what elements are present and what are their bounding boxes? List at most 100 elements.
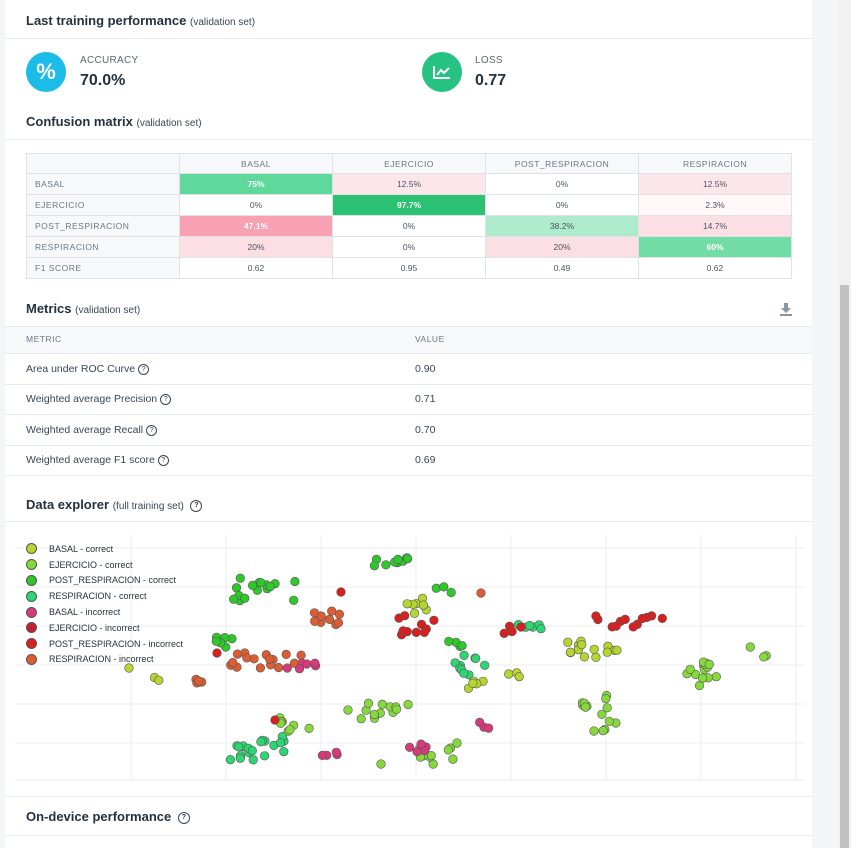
legend-item[interactable]: RESPIRACION - incorrect	[26, 652, 183, 668]
scatter-point[interactable]	[412, 747, 422, 757]
legend-item[interactable]: POST_RESPIRACION - incorrect	[26, 636, 183, 652]
scatter-point[interactable]	[604, 716, 614, 726]
scatter-point[interactable]	[657, 613, 667, 623]
scatter-point[interactable]	[281, 649, 291, 659]
scatter-point[interactable]	[327, 606, 337, 616]
scatter-point[interactable]	[516, 622, 526, 632]
scatter-point[interactable]	[369, 710, 380, 720]
scatter-point[interactable]	[711, 672, 721, 682]
scatter-point[interactable]	[697, 673, 708, 683]
scatter-point[interactable]	[446, 587, 456, 598]
scatter-point[interactable]	[431, 583, 441, 593]
scatter-point[interactable]	[589, 726, 599, 736]
legend-item[interactable]: BASAL - correct	[26, 541, 183, 557]
legend-item[interactable]: BASAL - incorrect	[26, 604, 183, 620]
scatter-point[interactable]	[620, 614, 630, 624]
scatter-point[interactable]	[343, 705, 353, 715]
scatter-point[interactable]	[409, 608, 420, 618]
scatter-point[interactable]	[248, 755, 258, 765]
scatter-point[interactable]	[563, 637, 573, 647]
help-icon[interactable]: ?	[157, 454, 169, 466]
scatter-point[interactable]	[309, 608, 320, 618]
scatter-point[interactable]	[504, 669, 514, 679]
scatter-point[interactable]	[154, 675, 164, 685]
scatter-point[interactable]	[601, 694, 611, 704]
scatter-point[interactable]	[296, 650, 306, 660]
scatter-point[interactable]	[240, 593, 250, 603]
scatter-point[interactable]	[310, 658, 320, 668]
scatter-point[interactable]	[499, 628, 509, 638]
scatter-point[interactable]	[612, 645, 622, 655]
scatter-point[interactable]	[391, 704, 402, 714]
scatter-point[interactable]	[194, 676, 204, 686]
scatter-point[interactable]	[294, 664, 305, 674]
scatter-point[interactable]	[225, 755, 235, 765]
scatter-point[interactable]	[457, 641, 467, 651]
scatter-point[interactable]	[405, 742, 415, 752]
scatter-point[interactable]	[242, 653, 252, 663]
scrollbar-thumb[interactable]	[840, 285, 849, 848]
scatter-point[interactable]	[400, 611, 410, 621]
help-icon[interactable]: ?	[138, 363, 150, 375]
legend-item[interactable]: EJERCICIO - correct	[26, 557, 183, 573]
scatter-point[interactable]	[282, 663, 292, 673]
scatter-point[interactable]	[356, 714, 366, 724]
scatter-point[interactable]	[476, 588, 486, 598]
scatter-point[interactable]	[290, 576, 300, 587]
scatter-point[interactable]	[514, 672, 524, 682]
scatter-point[interactable]	[484, 723, 494, 733]
scatter-point[interactable]	[235, 753, 245, 763]
scatter-point[interactable]	[411, 627, 421, 637]
download-icon[interactable]	[779, 302, 793, 321]
legend-item[interactable]: EJERCICIO - incorrect	[26, 620, 183, 636]
scatter-point[interactable]	[333, 618, 344, 628]
scatter-point[interactable]	[459, 650, 469, 660]
scatter-point[interactable]	[248, 580, 258, 591]
scatter-point[interactable]	[260, 751, 270, 761]
scatter-point[interactable]	[336, 587, 346, 597]
scatter-point[interactable]	[589, 644, 599, 654]
scatter-point[interactable]	[524, 620, 535, 631]
scatter-point[interactable]	[317, 750, 328, 760]
legend-item[interactable]: POST_RESPIRACION - correct	[26, 573, 183, 589]
scatter-point[interactable]	[459, 668, 469, 678]
scatter-point[interactable]	[439, 582, 449, 592]
scatter-point[interactable]	[759, 652, 769, 662]
scatter-point[interactable]	[331, 747, 341, 757]
scatter-point[interactable]	[745, 642, 755, 652]
scatter-point[interactable]	[235, 573, 245, 583]
scatter-point[interactable]	[279, 747, 289, 757]
scatter-point[interactable]	[212, 648, 222, 658]
scatter-point[interactable]	[704, 659, 714, 669]
scatter-point[interactable]	[443, 745, 453, 755]
scatter-point[interactable]	[403, 699, 413, 710]
scatter-point[interactable]	[402, 626, 412, 637]
legend-item[interactable]: RESPIRACION - correct	[26, 588, 183, 604]
scatter-point[interactable]	[475, 717, 485, 727]
scatter-point[interactable]	[275, 738, 286, 748]
scatter-point[interactable]	[256, 578, 266, 588]
scatter-point[interactable]	[403, 553, 413, 564]
scatter-point[interactable]	[444, 636, 454, 646]
scatter-point[interactable]	[234, 742, 244, 752]
scatter-point[interactable]	[232, 649, 243, 659]
scatter-point[interactable]	[597, 709, 607, 719]
scatter-point[interactable]	[289, 595, 299, 605]
scatter-point[interactable]	[376, 759, 386, 769]
scatter-point[interactable]	[507, 626, 517, 637]
scatter-point[interactable]	[304, 723, 314, 733]
scatter-point[interactable]	[247, 746, 257, 756]
scatter-point[interactable]	[429, 615, 439, 625]
scatter-point[interactable]	[468, 678, 478, 688]
scatter-point[interactable]	[580, 702, 591, 712]
scatter-point[interactable]	[452, 738, 462, 748]
scatter-point[interactable]	[685, 664, 695, 674]
scatter-point[interactable]	[471, 653, 481, 663]
scatter-point[interactable]	[228, 657, 238, 668]
scatter-point[interactable]	[285, 725, 295, 735]
scatter-point[interactable]	[402, 599, 412, 609]
scatter-point[interactable]	[381, 560, 391, 570]
scatter-point[interactable]	[334, 609, 345, 619]
scatter-point[interactable]	[274, 662, 284, 673]
scatter-point[interactable]	[591, 652, 601, 662]
